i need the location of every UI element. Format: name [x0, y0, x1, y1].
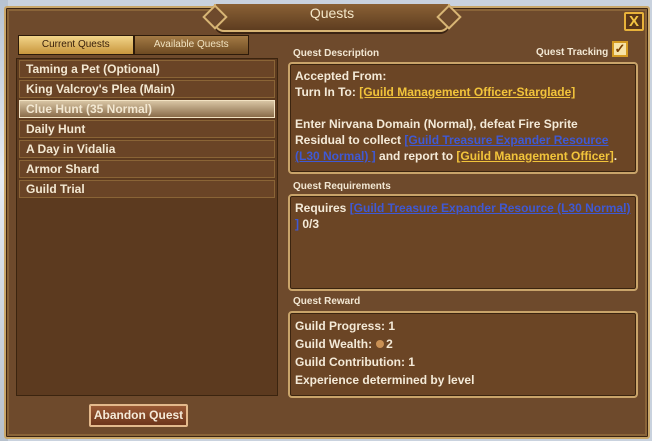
quest-requirements-label: Quest Requirements: [293, 181, 391, 192]
guild-wealth-label: Guild Wealth:: [295, 337, 373, 351]
quest-item-king-valcroys-plea[interactable]: King Valcroy's Plea (Main): [19, 80, 275, 98]
quest-tabs: Current Quests Available Quests: [18, 35, 249, 55]
objective-text-part3: .: [613, 149, 618, 163]
requirement-count: 0/3: [299, 217, 320, 231]
quest-requirements-panel: Requires [Guild Treasure Expander Resour…: [288, 194, 638, 291]
quest-reward-panel: Guild Progress: 1 Guild Wealth: 2 Guild C…: [288, 311, 638, 398]
reward-guild-progress: Guild Progress: 1: [295, 319, 396, 333]
tab-current-quests[interactable]: Current Quests: [18, 35, 134, 55]
turn-in-line: Turn In To: [Guild Management Officer-St…: [295, 84, 631, 100]
quest-list: Taming a Pet (Optional) King Valcroy's P…: [16, 58, 278, 396]
quest-item-guild-trial[interactable]: Guild Trial: [19, 180, 275, 198]
turn-in-prefix: Turn In To:: [295, 85, 360, 99]
close-button[interactable]: X: [624, 12, 644, 31]
requirement-line: Requires [Guild Treasure Expander Resour…: [295, 200, 631, 232]
quest-item-clue-hunt[interactable]: Clue Hunt (35 Normal): [19, 100, 275, 118]
reward-guild-contribution: Guild Contribution: 1: [295, 355, 415, 369]
accepted-from-line: Accepted From:: [295, 69, 387, 83]
coin-icon: [376, 340, 385, 348]
reward-guild-wealth: Guild Wealth: 2: [295, 335, 631, 353]
quest-item-daily-hunt[interactable]: Daily Hunt: [19, 120, 275, 138]
quest-item-armor-shard[interactable]: Armor Shard: [19, 160, 275, 178]
requirement-prefix: Requires: [295, 201, 350, 215]
quest-reward-label: Quest Reward: [293, 296, 361, 307]
quest-description-panel: Accepted From: Turn In To: [Guild Manage…: [288, 62, 638, 174]
npc-link-guild-officer[interactable]: [Guild Management Officer]: [456, 149, 613, 163]
quest-tracking-label: Quest Tracking: [536, 47, 609, 58]
checkmark-icon: ✓: [614, 41, 626, 56]
quest-description-label: Quest Description: [293, 48, 380, 59]
objective-text-part2: and report to: [375, 149, 457, 163]
turn-in-npc-link[interactable]: [Guild Management Officer-Starglade]: [359, 85, 575, 99]
window-title: Quests: [214, 4, 450, 32]
tab-available-quests[interactable]: Available Quests: [133, 35, 249, 55]
reward-experience: Experience determined by level: [295, 373, 475, 387]
quest-tracking-checkbox[interactable]: ✓: [612, 41, 628, 57]
quest-item-taming-a-pet[interactable]: Taming a Pet (Optional): [19, 60, 275, 78]
guild-wealth-value: 2: [386, 337, 393, 351]
quest-item-a-day-in-vidalia[interactable]: A Day in Vidalia: [19, 140, 275, 158]
abandon-quest-button[interactable]: Abandon Quest: [89, 404, 188, 427]
quest-objective-text: Enter Nirvana Domain (Normal), defeat Fi…: [295, 116, 631, 164]
